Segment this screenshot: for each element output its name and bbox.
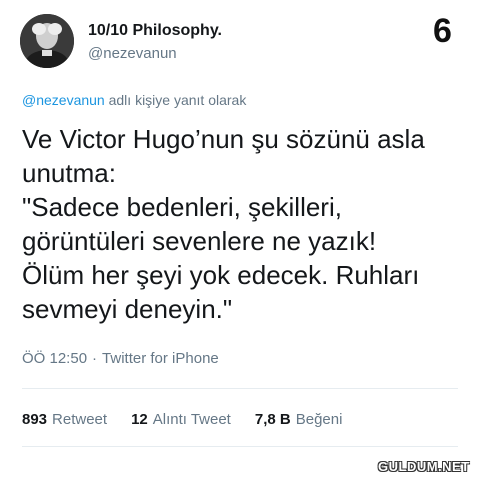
likes-count: 7,8 B [254, 411, 291, 428]
tweet-line: Ve Victor Hugo’nun şu sözünü asla [22, 124, 425, 154]
watermark: GULDUM.NET [378, 459, 470, 474]
tweet-text: Ve Victor Hugo’nun şu sözünü asla unutma… [22, 122, 462, 326]
avatar[interactable] [20, 14, 74, 68]
meta-separator: · [92, 350, 98, 367]
tweet-line: Ölüm her şeyi yok edecek. Ruhları [22, 260, 420, 290]
tweet-line: unutma: [22, 158, 116, 188]
tweet-timestamp[interactable]: ÖÖ 12:50 [22, 350, 87, 367]
tweet-line: görüntüleri sevenlere ne yazık! [22, 226, 377, 256]
retweets-label: Retweet [52, 411, 108, 428]
author-display-name[interactable]: 10/10 Philosophy. [88, 22, 222, 40]
tweet-meta: ÖÖ 12:50 · Twitter for iPhone [22, 350, 219, 367]
tweet-line: "Sadece bedenleri, şekilleri, [22, 192, 342, 222]
retweets-count: 893 [22, 411, 48, 428]
quotes-label: Alıntı Tweet [152, 411, 231, 428]
tweet-line: sevmeyi deneyin." [22, 294, 233, 324]
reply-context: @nezevanun adlı kişiye yanıt olarak [22, 92, 246, 108]
quotes-stat[interactable]: 12 Alıntı Tweet [131, 411, 231, 428]
divider-top [22, 388, 458, 389]
divider-bottom [22, 446, 458, 447]
tweet-stats: 893 Retweet 12 Alıntı Tweet 7,8 B Beğeni [22, 411, 342, 428]
likes-stat[interactable]: 7,8 B Beğeni [255, 411, 343, 428]
author-handle[interactable]: @nezevanun [88, 45, 177, 62]
reply-mention-link[interactable]: @nezevanun [22, 92, 105, 108]
likes-label: Beğeni [295, 411, 343, 428]
reply-context-text: adlı kişiye yanıt olarak [104, 92, 247, 108]
quotes-count: 12 [131, 411, 148, 428]
retweets-stat[interactable]: 893 Retweet [22, 411, 107, 428]
tweet-source[interactable]: Twitter for iPhone [102, 350, 219, 367]
corner-number: 6 [433, 12, 452, 50]
